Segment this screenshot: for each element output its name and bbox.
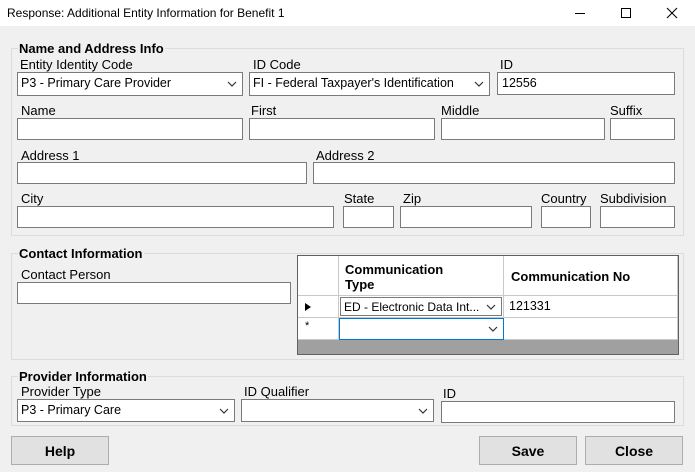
- id-qualifier-combobox[interactable]: [241, 399, 434, 422]
- provider-id-input[interactable]: [441, 401, 675, 423]
- state-label: State: [344, 191, 375, 206]
- entity-identity-code-label: Entity Identity Code: [20, 57, 133, 72]
- zip-input[interactable]: [400, 206, 532, 228]
- column-header-communication-type-text: Communication Type: [345, 262, 444, 292]
- id-code-label: ID Code: [253, 57, 301, 72]
- minimize-button[interactable]: [557, 0, 603, 26]
- address1-input[interactable]: [17, 162, 307, 184]
- name-label: Name: [21, 103, 56, 118]
- contact-person-label: Contact Person: [21, 267, 111, 282]
- row-header-1[interactable]: [298, 296, 339, 318]
- chevron-down-icon: [418, 408, 428, 414]
- middle-input[interactable]: [441, 118, 605, 140]
- new-row-asterisk-icon: *: [305, 320, 310, 332]
- help-button[interactable]: Help: [11, 436, 109, 465]
- id-input[interactable]: 12556: [497, 72, 675, 95]
- contact-title: Contact Information: [18, 246, 144, 261]
- name-address-title: Name and Address Info: [18, 41, 165, 56]
- chevron-down-icon: [474, 81, 484, 87]
- suffix-input[interactable]: [610, 118, 675, 140]
- zip-label: Zip: [403, 191, 422, 206]
- provider-type-value: P3 - Primary Care: [21, 403, 122, 417]
- provider-title: Provider Information: [18, 369, 148, 384]
- minimize-icon: [575, 13, 585, 14]
- column-header-communication-type[interactable]: Communication Type: [339, 256, 504, 296]
- communication-type-combobox-row-1[interactable]: ED - Electronic Data Int...: [340, 297, 502, 316]
- provider-type-combobox[interactable]: P3 - Primary Care: [17, 399, 235, 422]
- provider-type-label: Provider Type: [21, 384, 101, 399]
- suffix-label: Suffix: [610, 103, 643, 118]
- chevron-down-icon: [219, 408, 229, 414]
- city-input[interactable]: [17, 206, 334, 228]
- table-row-1-communication-no[interactable]: 121331: [504, 296, 678, 318]
- table-row-1-communication-type[interactable]: ED - Electronic Data Int...: [339, 296, 504, 318]
- window-title: Response: Additional Entity Information …: [7, 6, 285, 20]
- column-header-communication-no-text: Communication No: [511, 269, 631, 284]
- close-button[interactable]: Close: [585, 436, 683, 465]
- current-row-arrow-icon: [305, 303, 311, 311]
- communication-type-value-row-1: ED - Electronic Data Int...: [344, 300, 480, 314]
- table-row-new-communication-type[interactable]: [339, 318, 504, 340]
- save-button[interactable]: Save: [479, 436, 577, 465]
- id-code-combobox[interactable]: FI - Federal Taxpayer's Identification: [249, 72, 490, 96]
- communication-grid[interactable]: Communication Type Communication No ED -…: [297, 255, 679, 355]
- chevron-down-icon: [486, 304, 496, 310]
- id-code-value: FI - Federal Taxpayer's Identification: [253, 76, 454, 90]
- communication-no-value-row-1: 121331: [509, 299, 551, 313]
- middle-label: Middle: [441, 103, 480, 118]
- maximize-icon: [621, 8, 631, 18]
- row-header-new[interactable]: *: [298, 318, 339, 340]
- country-label: Country: [541, 191, 587, 206]
- first-label: First: [251, 103, 277, 118]
- title-bar: Response: Additional Entity Information …: [0, 0, 695, 26]
- state-input[interactable]: [343, 206, 394, 228]
- subdivision-label: Subdivision: [600, 191, 667, 206]
- country-input[interactable]: [541, 206, 591, 228]
- entity-identity-code-value: P3 - Primary Care Provider: [21, 76, 172, 90]
- address2-label: Address 2: [316, 148, 375, 163]
- name-input[interactable]: [17, 118, 243, 140]
- chevron-down-icon: [488, 326, 498, 332]
- grid-corner-cell: [298, 256, 339, 296]
- chevron-down-icon: [227, 81, 237, 87]
- address2-input[interactable]: [313, 162, 675, 184]
- id-label: ID: [500, 57, 513, 72]
- maximize-button[interactable]: [603, 0, 649, 26]
- table-row-new-communication-no[interactable]: [504, 318, 678, 340]
- address1-label: Address 1: [21, 148, 80, 163]
- city-label: City: [21, 191, 44, 206]
- first-input[interactable]: [249, 118, 435, 140]
- close-window-button[interactable]: [649, 0, 695, 26]
- contact-person-input[interactable]: [17, 282, 291, 304]
- column-header-communication-no[interactable]: Communication No: [504, 256, 678, 296]
- entity-identity-code-combobox[interactable]: P3 - Primary Care Provider: [17, 72, 243, 96]
- communication-type-combobox-new[interactable]: [340, 319, 503, 339]
- id-qualifier-label: ID Qualifier: [244, 384, 310, 399]
- provider-id-label: ID: [443, 386, 456, 401]
- close-icon: [666, 7, 678, 19]
- subdivision-input[interactable]: [600, 206, 675, 228]
